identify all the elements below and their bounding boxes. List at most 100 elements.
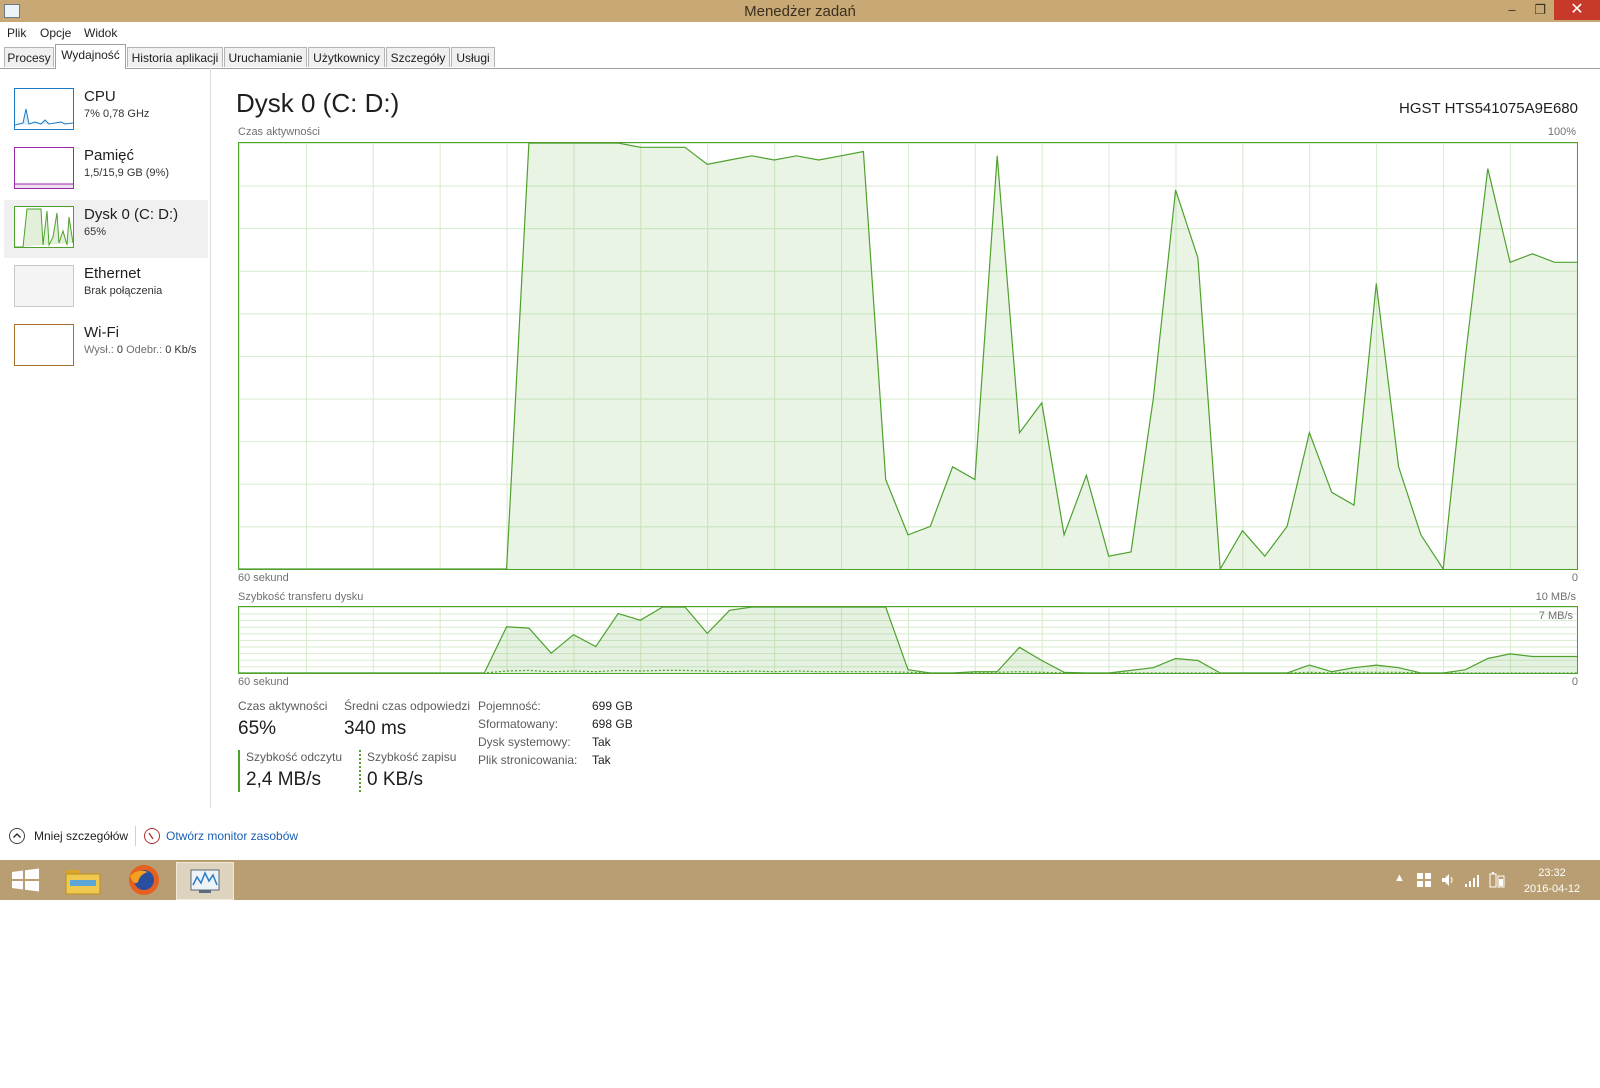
page-file-label: Plik stronicowania:: [478, 753, 578, 767]
less-details-link[interactable]: Mniej szczegółów: [34, 829, 128, 843]
read-speed-value: 2,4 MB/s: [246, 769, 321, 790]
firefox-icon: [129, 865, 159, 895]
activity-chart-title: Czas aktywności: [238, 126, 320, 138]
tab-historia-aplikacji[interactable]: Historia aplikacji: [127, 47, 223, 67]
resource-monitor-icon[interactable]: [144, 828, 160, 844]
activity-chart: [238, 142, 1578, 570]
sidebar-item-dysk[interactable]: Dysk 0 (C: D:) 65%: [4, 200, 208, 258]
ethernet-thumbnail-graph: [14, 265, 74, 307]
window-title-bar: Menedżer zadań – ❐ ✕: [0, 0, 1600, 22]
sidebar-item-cpu[interactable]: CPU 7% 0,78 GHz: [4, 82, 208, 140]
windows-logo-icon: [12, 868, 39, 892]
sidebar-item-sub: Wysł.: 0 Odebr.: 0 Kb/s: [84, 344, 196, 356]
system-disk-label: Dysk systemowy:: [478, 735, 571, 749]
memory-thumbnail-graph: [14, 147, 74, 189]
chevron-up-icon[interactable]: [9, 828, 25, 844]
sidebar-item-label: Wi-Fi: [84, 324, 119, 341]
transfer-chart-plot: [239, 607, 1577, 673]
sidebar-item-label: Ethernet: [84, 265, 141, 282]
transfer-chart-x-right-label: 0: [1571, 676, 1578, 688]
read-speed-series-line: [239, 607, 1577, 673]
disk-thumbnail-graph: [14, 206, 74, 248]
activity-chart-x-right-label: 0: [1571, 572, 1578, 584]
maximize-button[interactable]: ❐: [1526, 0, 1554, 20]
taskbar-clock-time[interactable]: 23:32: [1512, 867, 1592, 879]
sidebar-item-label: Dysk 0 (C: D:): [84, 206, 179, 223]
write-speed-value: 0 KB/s: [367, 769, 423, 790]
taskbar: ▲ 23:32 2016-04-12: [0, 860, 1600, 900]
window-title: Menedżer zadań: [744, 3, 856, 20]
write-speed-legend-bar: [359, 750, 361, 792]
cpu-thumbnail-graph: [14, 88, 74, 130]
read-speed-label: Szybkość odczytu: [246, 750, 343, 764]
avg-response-label: Średni czas odpowiedzi: [344, 699, 471, 713]
transfer-chart-max-label: 10 MB/s: [1535, 591, 1576, 603]
taskbar-file-explorer[interactable]: [56, 862, 112, 898]
network-signal-icon[interactable]: [1464, 872, 1482, 888]
transfer-chart: 7 MB/s: [238, 606, 1578, 674]
capacity-label: Pojemność:: [478, 699, 541, 713]
tab-strip: Procesy Wydajność Historia aplikacji Uru…: [0, 44, 1600, 69]
activity-chart-x-left-label: 60 sekund: [238, 572, 289, 584]
bottom-divider: [135, 826, 136, 846]
taskbar-task-manager[interactable]: [176, 862, 234, 900]
activity-series-area: [239, 143, 1577, 569]
menu-widok[interactable]: Widok: [84, 26, 117, 40]
disk-model-name: HGST HTS541075A9E680: [1399, 100, 1578, 117]
tab-wydajnosc[interactable]: Wydajność: [55, 44, 126, 69]
wifi-recv-label: Odebr.:: [126, 344, 163, 356]
tab-uzytkownicy[interactable]: Użytkownicy: [308, 47, 385, 67]
action-center-icon[interactable]: [1416, 872, 1432, 888]
capacity-value: 699 GB: [592, 699, 633, 713]
system-disk-value: Tak: [592, 735, 611, 749]
transfer-chart-x-left-label: 60 sekund: [238, 676, 289, 688]
open-resource-monitor-link[interactable]: Otwórz monitor zasobów: [166, 829, 298, 843]
page-file-value: Tak: [592, 753, 611, 767]
activity-chart-max-label: 100%: [1547, 126, 1576, 138]
folder-icon: [65, 870, 101, 895]
sidebar-item-sub: 1,5/15,9 GB (9%): [84, 167, 169, 179]
sidebar-item-sub: 65%: [84, 226, 107, 238]
tray-expand-icon[interactable]: ▲: [1394, 872, 1405, 884]
active-time-label: Czas aktywności: [238, 699, 328, 713]
minimize-button[interactable]: –: [1498, 0, 1526, 20]
transfer-chart-mark-label: 7 MB/s: [1538, 610, 1573, 622]
formatted-value: 698 GB: [592, 717, 633, 731]
tab-procesy[interactable]: Procesy: [4, 47, 54, 67]
wifi-send-value: 0: [116, 344, 124, 356]
sidebar-item-pamiec[interactable]: Pamięć 1,5/15,9 GB (9%): [4, 141, 208, 199]
volume-icon[interactable]: [1440, 872, 1456, 888]
menu-bar: Plik Opcje Widok: [0, 22, 1600, 42]
start-button[interactable]: [0, 862, 56, 898]
sidebar-item-label: CPU: [84, 88, 116, 105]
sidebar-item-sub: 7% 0,78 GHz: [84, 108, 150, 120]
close-button[interactable]: ✕: [1554, 0, 1600, 20]
menu-plik[interactable]: Plik: [7, 26, 26, 40]
sidebar-item-label: Pamięć: [84, 147, 135, 164]
wifi-thumbnail-graph: [14, 324, 74, 366]
performance-sidebar: CPU 7% 0,78 GHz Pamięć 1,5/15,9 GB (9%) …: [0, 68, 211, 808]
active-time-value: 65%: [238, 718, 277, 739]
menu-opcje[interactable]: Opcje: [40, 26, 71, 40]
taskbar-firefox[interactable]: [116, 862, 172, 898]
tab-szczegoly[interactable]: Szczegóły: [386, 47, 450, 67]
page-title: Dysk 0 (C: D:): [236, 88, 400, 118]
avg-response-value: 340 ms: [344, 718, 407, 739]
tab-uslugi[interactable]: Usługi: [451, 47, 495, 67]
sidebar-item-wifi[interactable]: Wi-Fi Wysł.: 0 Odebr.: 0 Kb/s: [4, 318, 208, 376]
battery-icon[interactable]: [1488, 871, 1506, 889]
task-manager-icon: [190, 869, 220, 893]
write-speed-label: Szybkość zapisu: [367, 750, 457, 764]
sidebar-item-sub: Brak połączenia: [84, 285, 163, 297]
formatted-label: Sformatowany:: [478, 717, 559, 731]
read-speed-legend-bar: [238, 750, 240, 792]
tab-uruchamianie[interactable]: Uruchamianie: [224, 47, 307, 67]
sidebar-item-ethernet[interactable]: Ethernet Brak połączenia: [4, 259, 208, 317]
wifi-recv-value: 0 Kb/s: [165, 344, 197, 356]
bottom-links-bar: Mniej szczegółów Otwórz monitor zasobów: [0, 820, 1600, 850]
read-speed-series-area: [239, 607, 1577, 673]
taskbar-clock-date[interactable]: 2016-04-12: [1512, 883, 1592, 895]
activity-chart-plot: [239, 143, 1577, 569]
wifi-send-label: Wysł.:: [84, 344, 114, 356]
transfer-chart-title: Szybkość transferu dysku: [238, 591, 364, 603]
